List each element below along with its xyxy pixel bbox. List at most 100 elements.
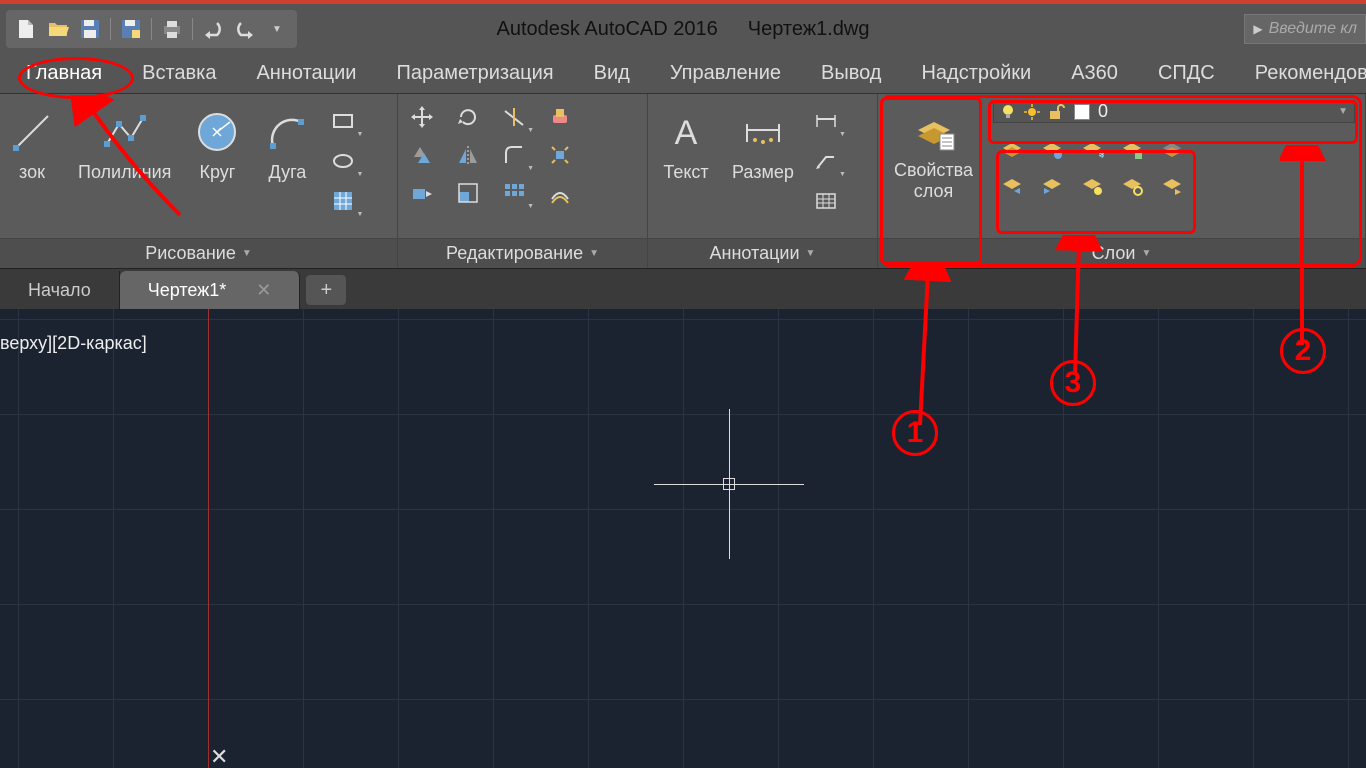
redo-icon	[233, 17, 257, 41]
doctab-start[interactable]: Начало	[0, 271, 120, 309]
linear-dim-button[interactable]: ▼	[808, 106, 844, 136]
layer-isolate-button[interactable]	[1037, 135, 1067, 163]
circle-button[interactable]: Круг	[185, 102, 249, 189]
tab-manage[interactable]: Управление	[664, 58, 787, 89]
layer-dropdown[interactable]: 0 ▼	[993, 100, 1355, 123]
save-icon	[78, 17, 102, 41]
layer-make-current-button[interactable]	[1157, 135, 1187, 163]
circle-label: Круг	[199, 162, 235, 183]
separator	[151, 18, 152, 40]
new-tab-button[interactable]: +	[306, 275, 346, 305]
lock-open-icon	[1048, 104, 1066, 120]
layers-on-icon	[1080, 173, 1104, 197]
leader-button[interactable]: ▼	[808, 146, 844, 176]
redo-button[interactable]	[231, 15, 259, 43]
close-icon[interactable]: ✕	[256, 280, 271, 301]
explode-button[interactable]	[542, 140, 578, 170]
panel-draw: зок Полилиния Круг Дуга ▼ ▼ ▼ Рисование▼	[0, 94, 398, 268]
drawing-canvas[interactable]: верху][2D-каркас] ✕	[0, 309, 1366, 768]
sun-icon	[1024, 104, 1040, 120]
tab-home[interactable]: Главная	[20, 58, 108, 89]
tab-a360[interactable]: A360	[1065, 58, 1124, 89]
layer-state-button[interactable]	[1157, 171, 1187, 199]
tab-parametric[interactable]: Параметризация	[390, 58, 559, 89]
layers-prev-icon	[1040, 173, 1064, 197]
scale-icon	[456, 181, 480, 205]
chevron-down-icon: ▼	[1338, 106, 1348, 117]
save-button[interactable]	[76, 15, 104, 43]
text-button[interactable]: A Текст	[654, 102, 718, 189]
explode-icon	[548, 143, 572, 167]
saveas-button[interactable]	[117, 15, 145, 43]
y-axis	[208, 309, 209, 768]
separator	[110, 18, 111, 40]
layer-properties-button[interactable]: Свойства слоя	[886, 100, 981, 208]
rotate-button[interactable]	[450, 102, 486, 132]
arc-label: Дуга	[269, 162, 307, 183]
tab-addins[interactable]: Надстройки	[915, 58, 1037, 89]
ellipse-button[interactable]: ▼	[325, 146, 361, 176]
trim-button[interactable]: ▼	[496, 102, 532, 132]
layer-freeze-button[interactable]: ❄	[1077, 135, 1107, 163]
layer-tools-grid: ❄	[993, 131, 1355, 207]
layers-state-icon	[1160, 173, 1184, 197]
offset-button[interactable]	[542, 178, 578, 208]
text-icon: A	[664, 110, 708, 154]
print-button[interactable]	[158, 15, 186, 43]
keyword-placeholder: Введите кл	[1269, 20, 1357, 38]
tab-view[interactable]: Вид	[588, 58, 636, 89]
layer-match-button[interactable]	[997, 171, 1027, 199]
new-file-button[interactable]	[12, 15, 40, 43]
panel-title-draw[interactable]: Рисование▼	[0, 238, 397, 268]
doctab-drawing1[interactable]: Чертеж1* ✕	[120, 271, 301, 309]
erase-button[interactable]	[542, 102, 578, 132]
table-button[interactable]	[808, 186, 844, 216]
current-layer-name: 0	[1098, 101, 1108, 122]
tab-featured[interactable]: Рекомендова	[1249, 58, 1366, 89]
layer-lock-button[interactable]	[1117, 135, 1147, 163]
scale-button[interactable]	[450, 178, 486, 208]
qat-dropdown[interactable]: ▼	[263, 15, 291, 43]
panel-title-annotation[interactable]: Аннотации▼	[648, 238, 877, 268]
stretch-button[interactable]	[404, 178, 440, 208]
arc-button[interactable]: Дуга	[255, 102, 319, 189]
ribbon: зок Полилиния Круг Дуга ▼ ▼ ▼ Рисование▼	[0, 94, 1366, 269]
rectangle-button[interactable]: ▼	[325, 106, 361, 136]
tab-insert[interactable]: Вставка	[136, 58, 222, 89]
erase-icon	[548, 105, 572, 129]
mirror-button[interactable]	[450, 140, 486, 170]
app-title: Autodesk AutoCAD 2016	[497, 18, 718, 41]
hatch-icon	[331, 189, 355, 213]
keyword-search[interactable]: ▶ Введите кл	[1244, 14, 1366, 44]
hatch-button[interactable]: ▼	[325, 186, 361, 216]
line-button[interactable]: зок	[0, 102, 64, 189]
cursor-pickbox	[723, 478, 735, 490]
move-button[interactable]	[404, 102, 440, 132]
layer-unlock-button[interactable]	[1117, 171, 1147, 199]
array-button[interactable]: ▼	[496, 178, 532, 208]
copy-button[interactable]	[404, 140, 440, 170]
layer-on-button[interactable]	[1077, 171, 1107, 199]
tab-spds[interactable]: СПДС	[1152, 58, 1221, 89]
dimension-button[interactable]: Размер	[724, 102, 802, 189]
layer-props-label-2: слоя	[914, 181, 953, 202]
layer-off-button[interactable]	[997, 135, 1027, 163]
table-icon	[814, 189, 838, 213]
undo-button[interactable]	[199, 15, 227, 43]
chevron-down-icon: ▼	[1141, 248, 1151, 259]
undo-icon	[201, 17, 225, 41]
panel-title-modify[interactable]: Редактирование▼	[398, 238, 647, 268]
open-file-button[interactable]	[44, 15, 72, 43]
open-folder-icon	[46, 17, 70, 41]
panel-title-layers[interactable]: Слои▼	[878, 238, 1365, 268]
tab-annotate[interactable]: Аннотации	[250, 58, 362, 89]
tab-output[interactable]: Вывод	[815, 58, 887, 89]
fillet-button[interactable]: ▼	[496, 140, 532, 170]
mirror-icon	[456, 143, 480, 167]
polyline-button[interactable]: Полилиния	[70, 102, 179, 189]
layer-properties-icon	[912, 108, 956, 152]
layer-previous-button[interactable]	[1037, 171, 1067, 199]
panel-layers: Свойства слоя 0 ▼ ❄	[878, 94, 1366, 268]
view-label[interactable]: верху][2D-каркас]	[0, 333, 147, 354]
layers-off-icon	[1000, 137, 1024, 161]
